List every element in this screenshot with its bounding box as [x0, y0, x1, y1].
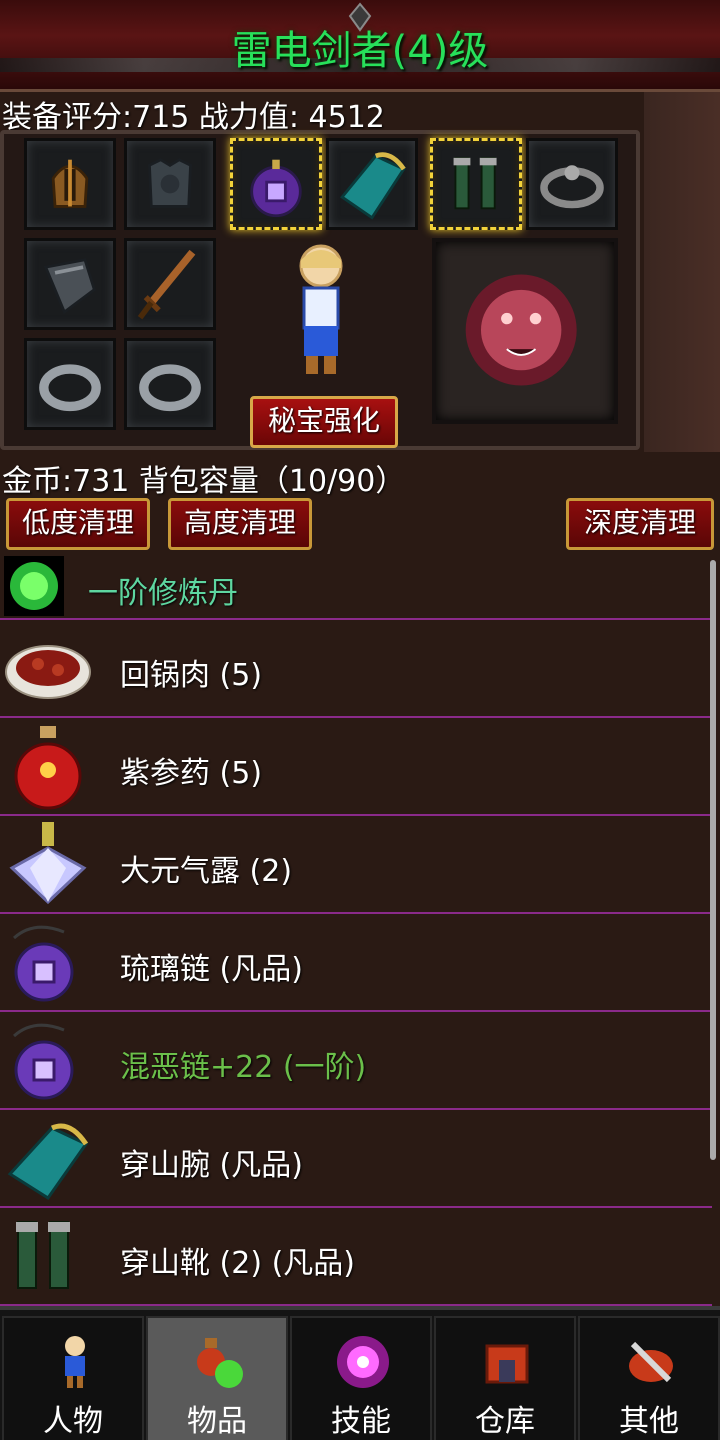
item-name: 大元气露 (2) [120, 854, 293, 889]
item-name: 穿山靴 (2) (凡品) [120, 1246, 355, 1281]
tab-character[interactable]: 人物 [2, 1316, 144, 1440]
mount-slot[interactable] [432, 238, 618, 424]
warehouse-icon [485, 1344, 529, 1384]
inventory-list[interactable]: 一阶修炼丹 回锅肉 (5) 紫参药 (5) 大元气露 (2) 琉璃链 (凡品) … [0, 556, 712, 1308]
skill-orb-icon [337, 1336, 389, 1388]
purple-amulet-icon [12, 1023, 74, 1100]
bracer-icon [7, 1123, 89, 1201]
bracer-icon [340, 152, 406, 220]
tab-label: 技能 [331, 1404, 391, 1439]
green-orb-icon [4, 556, 64, 616]
purple-amulet-icon [250, 159, 302, 218]
tab-label: 其他 [619, 1404, 679, 1439]
equip-slot-boots[interactable] [430, 138, 522, 230]
tab-other[interactable]: 其他 [578, 1316, 720, 1440]
list-item[interactable]: 回锅肉 (5) [0, 620, 712, 718]
list-item[interactable]: 紫参药 (5) [0, 718, 712, 816]
equip-slot-gauntlet[interactable] [24, 238, 116, 330]
meat-dish-icon [5, 645, 91, 699]
other-icon [629, 1341, 673, 1383]
equip-slot-belt[interactable] [526, 138, 618, 230]
equip-slot-bracer[interactable] [326, 138, 418, 230]
side-frame [644, 92, 720, 452]
boots-icon [453, 156, 497, 210]
list-scrollbar[interactable] [710, 560, 716, 1160]
ring-icon [139, 364, 201, 412]
tab-label: 仓库 [475, 1404, 535, 1439]
character-icon [65, 1336, 85, 1388]
tab-skills[interactable]: 技能 [290, 1316, 432, 1440]
low-clean-button[interactable]: 低度清理 [6, 498, 150, 550]
bottom-tab-bar: 人物 物品 技能 仓库 其他 [0, 1306, 720, 1440]
title-bar: 雷电剑者(4)级 [0, 0, 720, 92]
belt-icon [540, 165, 604, 209]
sword-icon [137, 249, 196, 320]
tab-label: 人物 [43, 1404, 103, 1439]
equip-slot-ring-left[interactable] [24, 338, 116, 430]
equip-slot-necklace[interactable] [230, 138, 322, 230]
gold-capacity-text: 金币:731 背包容量（10/90） [2, 464, 406, 499]
page-title: 雷电剑者(4)级 [231, 28, 489, 74]
list-item[interactable]: 穿山腕 (凡品) [0, 1110, 712, 1208]
potion-icon [197, 1338, 243, 1388]
purple-amulet-icon [12, 925, 74, 1002]
item-name: 紫参药 (5) [120, 756, 263, 791]
deep-clean-button[interactable]: 深度清理 [566, 498, 714, 550]
item-name: 一阶修炼丹 [88, 576, 238, 611]
list-item[interactable]: 穿山靴 (2) (凡品) [0, 1208, 712, 1306]
equipment-panel: 秘宝强化 [0, 130, 640, 450]
item-name: 穿山腕 (凡品) [120, 1148, 303, 1183]
crystal-flask-icon [9, 822, 87, 905]
equip-slot-weapon[interactable] [124, 238, 216, 330]
tab-warehouse[interactable]: 仓库 [434, 1316, 576, 1440]
list-item[interactable]: 混恶链+22 (一阶) [0, 1012, 712, 1110]
equip-slot-armor[interactable] [124, 138, 216, 230]
gauntlet-icon [43, 258, 96, 315]
tab-label: 物品 [187, 1404, 247, 1439]
high-clean-button[interactable]: 高度清理 [168, 498, 312, 550]
item-name: 回锅肉 (5) [120, 658, 263, 693]
mibao-enhance-button[interactable]: 秘宝强化 [250, 396, 398, 448]
character-avatar [299, 244, 343, 374]
boots-icon [16, 1221, 70, 1289]
equip-slot-helmet[interactable] [24, 138, 116, 230]
tiger-icon [465, 274, 577, 386]
equip-slot-ring-right[interactable] [124, 338, 216, 430]
item-name: 琉璃链 (凡品) [120, 952, 303, 987]
list-item[interactable]: 大元气露 (2) [0, 816, 712, 914]
red-potion-icon [14, 726, 82, 810]
tab-items[interactable]: 物品 [146, 1316, 288, 1440]
armor-icon [147, 158, 193, 208]
ring-icon [39, 364, 101, 412]
list-item[interactable]: 一阶修炼丹 [0, 556, 712, 620]
item-name: 混恶链+22 (一阶) [120, 1050, 367, 1085]
helmet-icon [51, 159, 89, 208]
list-item[interactable]: 琉璃链 (凡品) [0, 914, 712, 1012]
